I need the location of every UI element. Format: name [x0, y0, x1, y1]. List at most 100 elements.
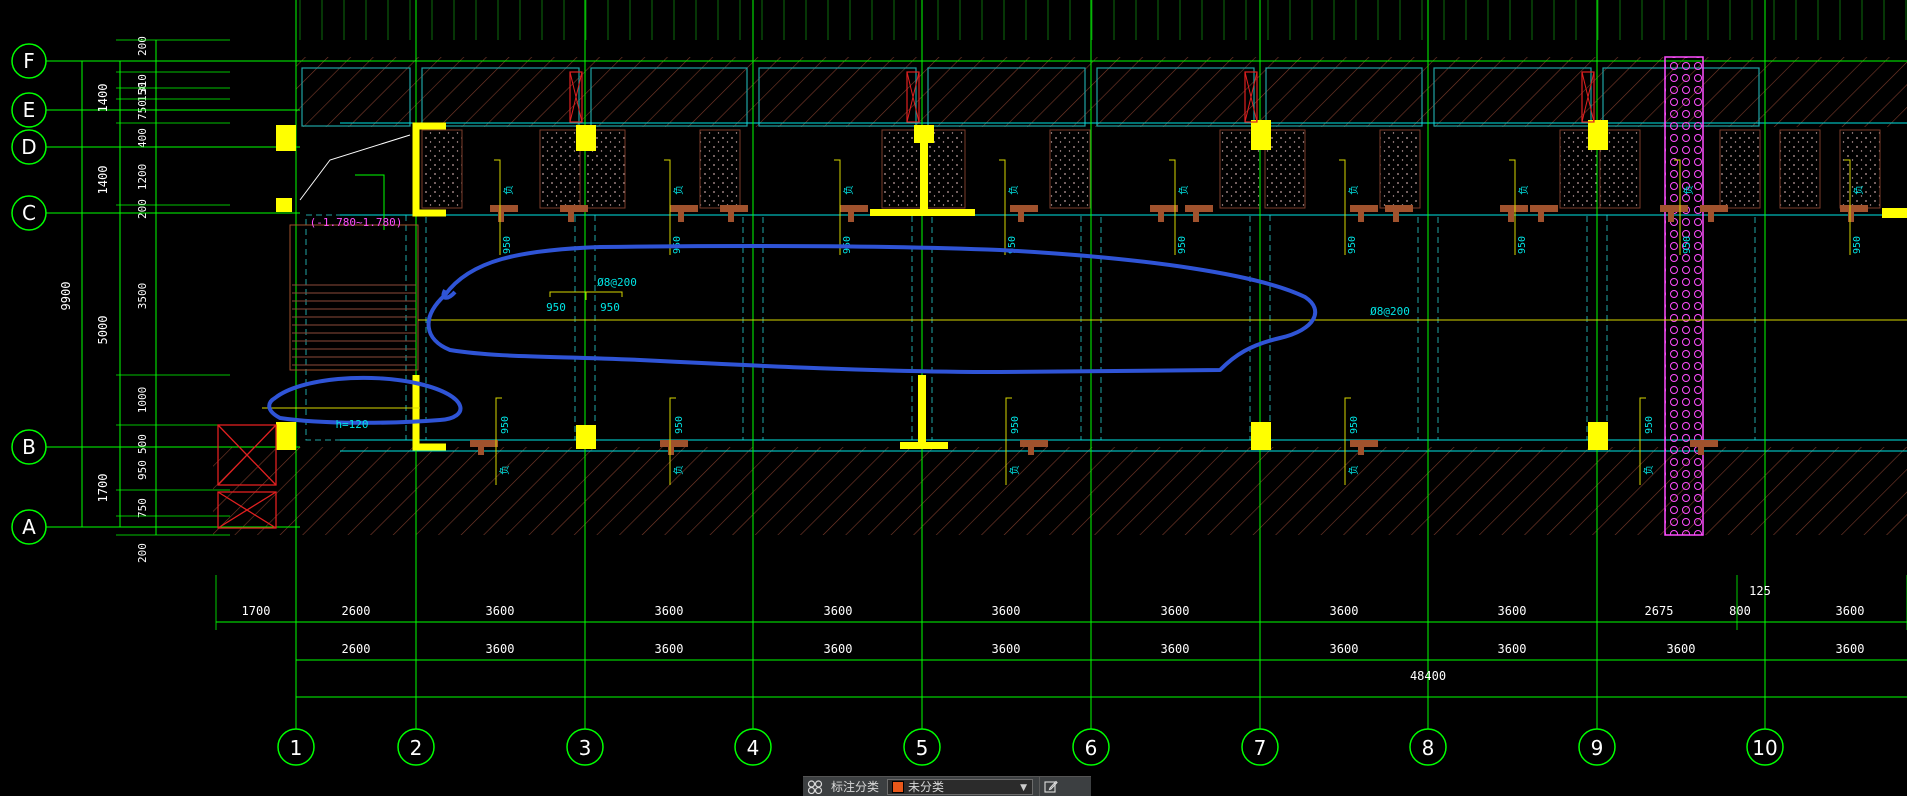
rebar-length-label: 950: [1349, 416, 1360, 434]
generated-geometry: F ED C B A 1 2 3 4 5 6 7 8 9 10 9900 1400 1400 5000 1700 200…: [11, 0, 1907, 766]
rebar-hook: [670, 205, 698, 222]
rebar-spec-main: Ø8@200: [597, 276, 637, 289]
annotation-category-toolbar: 标注分类 未分类 ▼: [803, 776, 1091, 796]
rebar-mark: 负: [1007, 185, 1020, 195]
dim-left-inner: 1200: [136, 164, 149, 191]
dimension-extra-125: 125: [1749, 584, 1771, 598]
infill-panel: [699, 129, 741, 209]
stair-elevation-label: (-1.780~1.780): [310, 216, 403, 229]
rebar-mark: 负: [672, 465, 685, 475]
dim-bottom-1-value: 3600: [655, 604, 684, 618]
infill-panel: [1049, 129, 1091, 209]
rebar-bracket: [1339, 159, 1346, 255]
rebar-mark: 负: [1177, 185, 1190, 195]
axis-col-label: 7: [1254, 736, 1267, 760]
rebar-hook: [1185, 205, 1213, 222]
rebar-hook: [1385, 205, 1413, 222]
rebar-mark: 负: [1008, 465, 1021, 475]
annotation-category-label: 标注分类: [831, 780, 880, 794]
selected-category-text: 未分类: [908, 780, 945, 794]
structural-column: [276, 125, 296, 151]
rebar-hook: [490, 205, 518, 222]
dim-bottom-1-value: 800: [1729, 604, 1751, 618]
rebar-mark: 负: [1517, 185, 1530, 195]
infill-panel: [1779, 129, 1821, 209]
infill-panel: [1719, 129, 1761, 209]
rebar-hook: [560, 205, 588, 222]
rebar-hook: [720, 205, 748, 222]
dim-bottom-2-value: 3600: [1498, 642, 1527, 656]
axis-row-label: D: [21, 135, 36, 159]
axis-col-label: 5: [916, 736, 929, 760]
dim-left-inner: 950: [136, 460, 149, 480]
structural-column: [1251, 120, 1271, 150]
rebar-hook: [1150, 205, 1178, 222]
dim-bottom-2-value: 3600: [1161, 642, 1190, 656]
shear-wall: [900, 442, 948, 449]
rebar-hook: [1350, 205, 1378, 222]
dim-left-inner: 200: [136, 543, 149, 563]
dim-bottom-1-value: 3600: [1161, 604, 1190, 618]
rebar-mark: 负: [672, 185, 685, 195]
edit-category-icon[interactable]: [1039, 777, 1062, 796]
rebar-mark: 负: [1347, 465, 1360, 475]
dim-bottom-2-value: 3600: [486, 642, 515, 656]
axis-col-label: 8: [1422, 736, 1435, 760]
axis-row-label: A: [22, 515, 36, 539]
cad-drawing-canvas[interactable]: F ED C B A 1 2 3 4 5 6 7 8 9 10 9900 1400 1400 5000 1700 200…: [0, 0, 1907, 795]
rebar-bracket: [664, 159, 671, 255]
annotation-category-select[interactable]: 未分类 ▼: [887, 778, 1034, 795]
dim-left-inner: 1000: [136, 387, 149, 414]
dim-left-inner: 500: [136, 434, 149, 454]
axis-row-label: E: [23, 98, 36, 122]
slab-outline: [305, 214, 407, 441]
infill-panel: [539, 129, 581, 209]
shear-wall: [918, 375, 926, 445]
total-dimension: 48400: [1410, 669, 1446, 683]
dim-bottom-1-value: 3600: [486, 604, 515, 618]
rebar-length-label: 950: [674, 416, 685, 434]
structural-column: [576, 425, 596, 449]
rebar-spec-right: Ø8@200: [1370, 305, 1410, 318]
rebar-span-950-a: 950: [546, 301, 566, 314]
rebar-length-label: 950: [1177, 236, 1188, 254]
rebar-span-950-b: 950: [600, 301, 620, 314]
dim-bottom-1-value: 2675: [1645, 604, 1674, 618]
dim-left-inner: 400: [136, 128, 149, 148]
rebar-mark: 负: [498, 465, 511, 475]
category-grid-icon[interactable]: [803, 779, 827, 794]
slab-thickness-label: h=120: [335, 418, 368, 431]
rebar-length-label: 950: [1517, 236, 1528, 254]
rebar-hook: [1010, 205, 1038, 222]
dim-bottom-2-value: 3600: [824, 642, 853, 656]
dim-bottom-1-value: 1700: [242, 604, 271, 618]
rebar-length-label: 950: [1644, 416, 1655, 434]
leader-line: [299, 134, 411, 201]
rebar-hook: [1700, 205, 1728, 222]
slab-outline: [1269, 214, 1419, 441]
rebar-mark: 负: [502, 185, 515, 195]
rebar-mark: 负: [842, 185, 855, 195]
axis-col-label: 2: [410, 736, 423, 760]
dim-bottom-1-value: 3600: [1330, 604, 1359, 618]
dim-left-inner: 750: [136, 498, 149, 518]
rebar-mark: 负: [1852, 185, 1865, 195]
rebar-mark: 负: [1642, 465, 1655, 475]
dim-bottom-2-value: 2600: [342, 642, 371, 656]
structural-column: [914, 125, 934, 143]
dim-left-mid: 1700: [96, 474, 110, 503]
rebar-length-label: 950: [1852, 236, 1863, 254]
infill-panel: [421, 129, 463, 209]
shear-wall: [870, 209, 975, 216]
dim-bottom-2-value: 3600: [1330, 642, 1359, 656]
slab-outline: [1437, 214, 1588, 441]
rebar-length-label: 950: [502, 236, 513, 254]
rebar-mark: 负: [1347, 185, 1360, 195]
axis-row-label: B: [22, 435, 36, 459]
dim-left-outer: 9900: [59, 282, 73, 311]
rebar-length-label: 950: [1682, 236, 1693, 254]
dim-bottom-2-value: 3600: [655, 642, 684, 656]
dim-left-mid: 5000: [96, 316, 110, 345]
infill-panel: [1379, 129, 1421, 209]
axis-col-label: 9: [1591, 736, 1604, 760]
